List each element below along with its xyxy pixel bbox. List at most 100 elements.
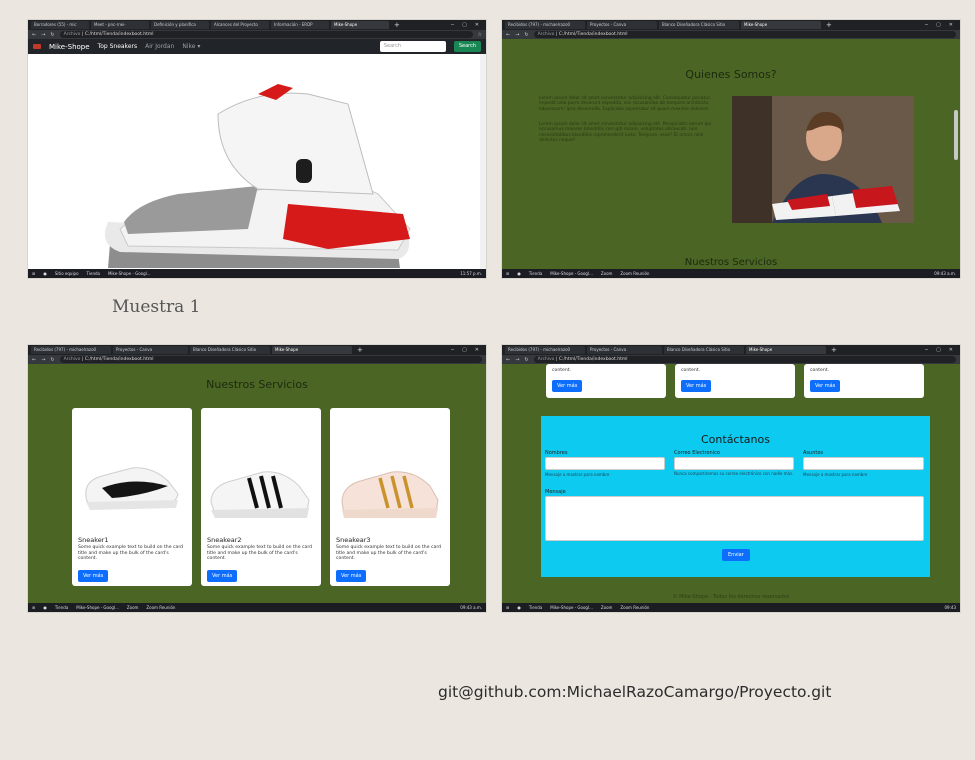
page-scrollbar[interactable] [480, 54, 486, 269]
forward-icon[interactable]: → [515, 357, 519, 363]
see-more-button[interactable]: Ver más [552, 380, 583, 392]
reload-icon[interactable]: ↻ [524, 32, 528, 38]
taskbar-item[interactable]: Zoom [601, 605, 613, 610]
start-icon[interactable]: ⊞ [506, 605, 509, 610]
url-field[interactable]: Archivo | C:/html/Tienda/indexboot.html [59, 31, 473, 38]
subject-field[interactable] [803, 457, 924, 470]
forward-icon[interactable]: → [515, 32, 519, 38]
star-icon[interactable]: ☆ [478, 32, 482, 38]
see-more-button[interactable]: Ver más [207, 570, 238, 582]
new-tab-icon[interactable]: + [354, 346, 366, 354]
taskbar-item[interactable]: Mike-Shope - Googl... [550, 605, 593, 610]
see-more-button[interactable]: Ver más [78, 570, 109, 582]
card-title: Sneakear2 [207, 536, 242, 544]
contact-heading: Contáctanos [701, 433, 770, 446]
field-label: Nombres [545, 450, 568, 456]
browser-tab[interactable]: Proyectos - Canva [113, 346, 188, 354]
url-field[interactable]: Archivo | C:/html/Tienda/indexboot.html [533, 356, 956, 363]
taskbar-item[interactable]: Tienda [529, 605, 542, 610]
taskbar-clock: 11:57 p.m. [460, 271, 482, 276]
browser-tab[interactable]: Recibidos (797) - michaelrazo0 [505, 346, 585, 354]
sneaker1-image [85, 467, 179, 510]
page-scrollbar[interactable] [954, 110, 958, 160]
nav-item-top-sneakers[interactable]: Top Sneakers [98, 43, 138, 50]
screenshot-about: Recibidos (797) - michaelrazo0 Proyectos… [502, 20, 960, 278]
url-prefix: Archivo [537, 32, 555, 37]
search-input[interactable]: Search [379, 41, 446, 52]
reload-icon[interactable]: ↻ [524, 357, 528, 363]
field-help: Mensaje a mostrar para nombre [803, 472, 868, 477]
taskbar-item[interactable]: Zoom [127, 605, 139, 610]
browser-tab-active[interactable]: Mike-Shope [272, 346, 352, 354]
browser-tab[interactable]: Definición y planifica [151, 21, 209, 29]
message-textarea[interactable] [545, 496, 924, 541]
window-controls[interactable]: ─ ▢ ✕ [925, 22, 957, 28]
email-field[interactable] [674, 457, 794, 470]
browser-tab[interactable]: Recibidos (797) - michaelrazo0 [505, 21, 585, 29]
taskbar-item[interactable]: Zoom Reunión [620, 605, 649, 610]
window-controls[interactable]: ─ ▢ ✕ [451, 347, 483, 353]
reload-icon[interactable]: ↻ [50, 32, 54, 38]
nav-item-air-jordan[interactable]: Air Jordan [145, 43, 174, 50]
back-icon[interactable]: ← [506, 357, 510, 363]
search-button[interactable]: Search [453, 41, 481, 52]
see-more-button[interactable]: Ver más [810, 380, 841, 392]
browser-tab[interactable]: Blanco Diseñadora Clásico Sitio [659, 21, 739, 29]
hero-sneaker-image [28, 54, 480, 269]
back-icon[interactable]: ← [32, 357, 36, 363]
taskbar-item[interactable]: Tienda [55, 605, 68, 610]
start-icon[interactable]: ⊞ [32, 271, 35, 276]
forward-icon[interactable]: → [41, 357, 45, 363]
browser-tab[interactable]: Proyectos - Canva [587, 346, 662, 354]
brand-name[interactable]: Mike-Shope [49, 43, 90, 51]
url-field[interactable]: Archivo | C:/html/Tienda/indexboot.html [59, 356, 482, 363]
taskbar-item[interactable]: Mike-Shope - Googl... [108, 271, 151, 276]
browser-tab[interactable]: Borradores (55) - mic [31, 21, 89, 29]
browser-tab-active[interactable]: Mike-Shope [331, 21, 389, 29]
chrome-taskbar-icon[interactable]: ● [517, 605, 521, 610]
browser-tab-active[interactable]: Mike-Shope [741, 21, 821, 29]
taskbar-item[interactable]: Sitio equipo [55, 271, 79, 276]
field-help: Nunca compartiremos su correo electrónic… [674, 471, 794, 476]
browser-tab[interactable]: Recibidos (797) - michaelrazo0 [31, 346, 111, 354]
back-icon[interactable]: ← [32, 32, 36, 38]
reload-icon[interactable]: ↻ [50, 357, 54, 363]
browser-tab[interactable]: Meet - pnc-rrwi- [91, 21, 149, 29]
site-navbar: Mike-Shope Top Sneakers Air Jordan Nike … [28, 39, 486, 54]
browser-tab[interactable]: Proyectos - Canva [587, 21, 657, 29]
taskbar-item[interactable]: Zoom [601, 271, 613, 276]
card-text: Some quick example text to build on the … [78, 545, 184, 562]
taskbar-item[interactable]: Zoom Reunión [146, 605, 175, 610]
taskbar-item[interactable]: Zoom Reunión [620, 271, 649, 276]
taskbar-item[interactable]: Mike-Shope - Googl... [550, 271, 593, 276]
taskbar-item[interactable]: Tienda [529, 271, 542, 276]
chrome-taskbar-icon[interactable]: ● [517, 271, 521, 276]
chrome-taskbar-icon[interactable]: ● [43, 271, 47, 276]
browser-tab[interactable]: Información - ERDP [271, 21, 329, 29]
forward-icon[interactable]: → [41, 32, 45, 38]
url-field[interactable]: Archivo | C:/html/Tienda/indexboot.html [533, 31, 956, 38]
taskbar-item[interactable]: Mike-Shope - Googl... [76, 605, 119, 610]
window-controls[interactable]: ─ ▢ ✕ [925, 347, 957, 353]
window-controls[interactable]: ─ ▢ ✕ [451, 22, 483, 28]
taskbar-item[interactable]: Tienda [87, 271, 100, 276]
new-tab-icon[interactable]: + [823, 21, 835, 29]
browser-tab[interactable]: Alcances del Proyecto [211, 21, 269, 29]
browser-tab[interactable]: Blanco Diseñadora Clásico Sitio [190, 346, 270, 354]
browser-tab-bar: Recibidos (797) - michaelrazo0 Proyectos… [502, 20, 960, 30]
new-tab-icon[interactable]: + [391, 21, 403, 29]
see-more-button[interactable]: Ver más [681, 380, 712, 392]
product-card-bottom: content. Ver más [804, 364, 924, 398]
browser-tab[interactable]: Blanco Diseñadora Clásico Sitio [664, 346, 744, 354]
name-field[interactable] [545, 457, 665, 470]
browser-tab-active[interactable]: Mike-Shope [746, 346, 826, 354]
see-more-button[interactable]: Ver más [336, 570, 367, 582]
nav-item-nike[interactable]: Nike ▾ [182, 43, 200, 50]
new-tab-icon[interactable]: + [828, 346, 840, 354]
start-icon[interactable]: ⊞ [32, 605, 35, 610]
browser-tab-bar: Borradores (55) - mic Meet - pnc-rrwi- D… [28, 20, 486, 30]
back-icon[interactable]: ← [506, 32, 510, 38]
start-icon[interactable]: ⊞ [506, 271, 509, 276]
send-button[interactable]: Enviar [722, 549, 750, 561]
chrome-taskbar-icon[interactable]: ● [43, 605, 47, 610]
